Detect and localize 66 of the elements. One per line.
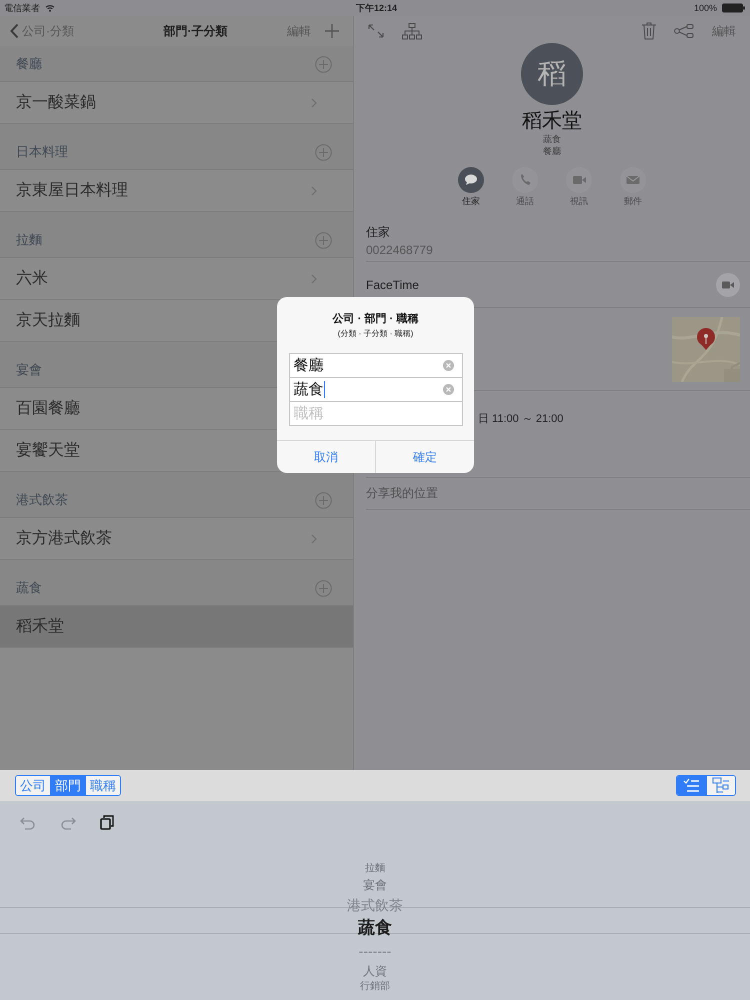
- input-field[interactable]: 蔬食: [288, 377, 462, 402]
- section-title: 港式飲茶: [16, 491, 68, 509]
- section-title: 蔬食: [16, 579, 42, 597]
- picker-option[interactable]: 人資: [363, 962, 387, 980]
- avatar: 稻: [521, 43, 583, 105]
- hierarchy-icon[interactable]: [402, 22, 422, 40]
- section-title: 餐廳: [16, 55, 42, 73]
- item-name: 百園餐廳: [16, 398, 80, 419]
- status-time: 下午12:14: [356, 2, 398, 15]
- section-title: 宴會: [16, 361, 42, 379]
- checklist-button[interactable]: [677, 776, 706, 795]
- picker-option[interactable]: 拉麵: [365, 862, 385, 876]
- expand-icon[interactable]: [368, 24, 384, 38]
- item-name: 京方港式飲茶: [16, 528, 112, 549]
- section-title: 日本料理: [16, 143, 68, 161]
- picker-option[interactable]: 宴會: [363, 876, 387, 894]
- add-circle-icon[interactable]: [315, 56, 332, 73]
- segment-tab[interactable]: 職稱: [85, 776, 120, 795]
- segment-tab[interactable]: 部門: [50, 776, 85, 795]
- battery-percent: 100%: [694, 3, 717, 13]
- clear-icon[interactable]: [442, 360, 454, 371]
- wifi-icon: [45, 4, 55, 12]
- item-name: 六米: [16, 268, 48, 289]
- section-title: 拉麵: [16, 231, 42, 249]
- contact-name: 稻禾堂: [522, 109, 582, 133]
- phone-number[interactable]: 0022468779: [366, 243, 740, 257]
- nav-title: 部門·子分類: [164, 22, 228, 40]
- item-name: 京一酸菜鍋: [16, 92, 96, 113]
- add-circle-icon[interactable]: [315, 144, 332, 161]
- carrier-name: 電信業者: [4, 2, 40, 14]
- field-label: 住家: [366, 224, 391, 241]
- message-icon: [458, 167, 484, 193]
- item-name: 宴饗天堂: [16, 440, 80, 461]
- item-name: 稻禾堂: [16, 616, 64, 637]
- action-button[interactable]: 住家: [458, 167, 484, 208]
- contact-subtitle: 蔬食: [543, 133, 561, 145]
- copy-icon[interactable]: [100, 815, 114, 830]
- battery-icon: [722, 3, 746, 13]
- undo-icon[interactable]: [20, 816, 36, 830]
- input-field[interactable]: 餐廳: [288, 353, 462, 378]
- confirm-button[interactable]: 確定: [375, 441, 474, 473]
- item-name: 京東屋日本料理: [16, 180, 128, 201]
- back-chevron-icon: [10, 23, 19, 39]
- contact-subtitle: 餐廳: [543, 145, 561, 157]
- clear-icon[interactable]: [442, 384, 454, 395]
- share-icon[interactable]: [674, 24, 694, 38]
- segment-tab[interactable]: 公司: [16, 776, 50, 795]
- edit-button[interactable]: 編輯: [712, 22, 736, 40]
- tree-view-button[interactable]: [706, 776, 735, 795]
- picker-option[interactable]: 行銷部: [360, 980, 390, 994]
- picker-option[interactable]: 蔬食: [358, 916, 392, 940]
- trash-icon[interactable]: [642, 22, 656, 40]
- input-field[interactable]: 職稱: [288, 401, 462, 426]
- add-icon[interactable]: [325, 24, 339, 38]
- field-label: FaceTime: [366, 278, 419, 292]
- list-item[interactable]: 稻禾堂: [0, 606, 353, 648]
- picker-option[interactable]: 港式飲茶: [347, 894, 403, 916]
- picker-option[interactable]: -------: [358, 940, 392, 962]
- add-circle-icon[interactable]: [315, 492, 332, 509]
- redo-icon[interactable]: [60, 816, 76, 830]
- item-name: 京天拉麵: [16, 310, 80, 331]
- share-link[interactable]: 分享我的位置: [366, 485, 438, 502]
- add-circle-icon[interactable]: [315, 580, 332, 597]
- add-circle-icon[interactable]: [315, 232, 332, 249]
- video-call-icon[interactable]: [716, 272, 740, 296]
- hours-text: 日 11:00 ～ 21:00: [478, 412, 564, 426]
